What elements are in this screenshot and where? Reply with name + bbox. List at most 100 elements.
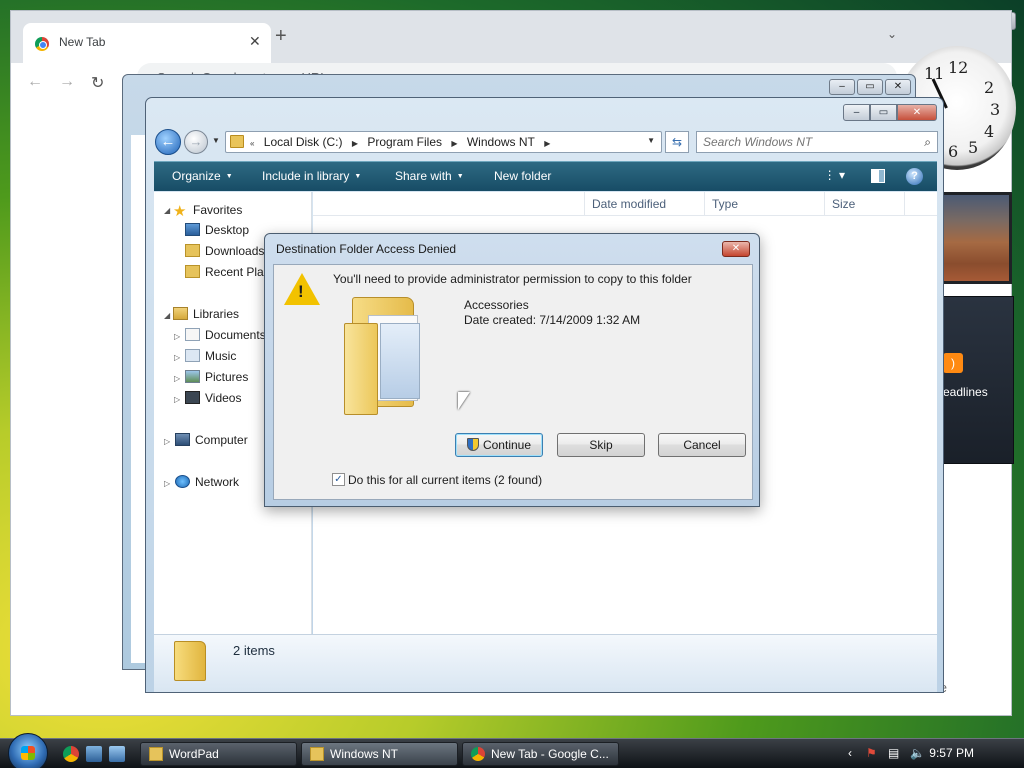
back-button[interactable]: ← bbox=[155, 129, 181, 155]
close-icon[interactable]: ✕ bbox=[885, 79, 911, 95]
address-dropdown-icon[interactable]: ▼ bbox=[647, 136, 655, 145]
downloads-icon bbox=[185, 244, 200, 257]
minimize-icon[interactable]: – bbox=[829, 79, 855, 95]
breadcrumb-item[interactable]: Program Files bbox=[367, 135, 442, 149]
minimize-icon[interactable]: – bbox=[843, 104, 870, 121]
maximize-icon[interactable]: ▭ bbox=[857, 79, 883, 95]
breadcrumb-arrow-icon[interactable]: ▶ bbox=[544, 139, 550, 148]
show-desktop-icon[interactable] bbox=[86, 746, 102, 762]
search-box[interactable]: ⌕ bbox=[696, 131, 938, 153]
taskbar-item-wordpad[interactable]: WordPad bbox=[140, 742, 297, 766]
share-with-menu[interactable]: Share with ▼ bbox=[395, 169, 464, 183]
breadcrumb-item[interactable]: Local Disk (C:) bbox=[264, 135, 343, 149]
continue-button[interactable]: Continue bbox=[455, 433, 543, 457]
nav-label: Network bbox=[195, 475, 240, 489]
column-divider[interactable] bbox=[584, 192, 585, 216]
show-hidden-icons-icon[interactable]: ‹ bbox=[848, 746, 852, 760]
reload-icon[interactable]: ↻ bbox=[91, 73, 104, 93]
column-size[interactable]: Size bbox=[832, 197, 855, 211]
breadcrumb-item[interactable]: Windows NT bbox=[467, 135, 535, 149]
caret-down-icon: ▼ bbox=[354, 173, 362, 181]
item-count: 2 items bbox=[233, 643, 275, 658]
search-input[interactable] bbox=[697, 132, 907, 152]
feed-headlines-gadget[interactable]: ) eadlines bbox=[940, 296, 1014, 464]
continue-label: Continue bbox=[482, 438, 532, 452]
collapse-arrow-icon[interactable]: ▷ bbox=[174, 395, 180, 404]
column-type[interactable]: Type bbox=[712, 197, 738, 211]
view-options-icon[interactable]: ⋮ ▾ bbox=[824, 168, 845, 182]
recent-places-icon bbox=[185, 265, 200, 278]
close-icon[interactable]: ✕ bbox=[897, 104, 937, 121]
action-center-flag-icon[interactable]: ⚑ bbox=[866, 746, 877, 760]
caret-down-icon: ▼ bbox=[456, 173, 464, 181]
caret-down-icon: ▼ bbox=[225, 173, 233, 181]
breadcrumb-overflow-icon[interactable]: « bbox=[250, 139, 254, 148]
slideshow-gadget[interactable] bbox=[940, 192, 1012, 284]
start-button[interactable] bbox=[8, 733, 48, 768]
apply-to-all-label[interactable]: Do this for all current items (2 found) bbox=[348, 473, 542, 487]
feed-label: eadlines bbox=[943, 385, 988, 399]
breadcrumb-arrow-icon[interactable]: ▶ bbox=[352, 139, 358, 148]
nav-recent-places[interactable]: Recent Plac bbox=[185, 265, 270, 279]
apply-to-all-checkbox[interactable]: ✓ bbox=[332, 473, 345, 486]
folder-icon bbox=[230, 135, 244, 148]
expand-arrow-icon[interactable]: ◢ bbox=[164, 311, 170, 320]
skip-button[interactable]: Skip bbox=[557, 433, 645, 457]
nav-computer[interactable]: Computer bbox=[175, 433, 248, 447]
forward-button[interactable]: → bbox=[184, 130, 208, 154]
collapse-arrow-icon[interactable]: ▷ bbox=[164, 479, 170, 488]
nav-network[interactable]: Network bbox=[175, 475, 239, 489]
new-tab-icon[interactable]: + bbox=[275, 25, 287, 48]
nav-downloads[interactable]: Downloads bbox=[185, 244, 264, 258]
switch-windows-icon[interactable] bbox=[109, 746, 125, 762]
chrome-logo-icon bbox=[35, 37, 49, 51]
recent-pages-dropdown-icon[interactable]: ▼ bbox=[212, 136, 220, 145]
help-icon[interactable]: ? bbox=[906, 168, 923, 185]
search-icon[interactable]: ⌕ bbox=[924, 135, 931, 150]
breadcrumb-arrow-icon[interactable]: ▶ bbox=[451, 139, 457, 148]
nav-label: Downloads bbox=[205, 244, 265, 258]
chevron-down-icon[interactable]: ⌄ bbox=[887, 27, 897, 41]
nav-libraries[interactable]: Libraries bbox=[173, 307, 239, 321]
taskbar-item-chrome[interactable]: New Tab - Google C... bbox=[462, 742, 619, 766]
forward-arrow-icon[interactable]: → bbox=[59, 73, 75, 91]
nav-documents[interactable]: Documents bbox=[185, 328, 266, 342]
volume-icon[interactable]: 🔈 bbox=[910, 746, 925, 760]
chrome-tab[interactable]: New Tab ✕ bbox=[23, 23, 271, 63]
collapse-arrow-icon[interactable]: ▷ bbox=[164, 437, 170, 446]
nav-label: Computer bbox=[195, 433, 248, 447]
new-folder-button[interactable]: New folder bbox=[494, 169, 551, 183]
window-controls: – ▭ ✕ bbox=[843, 104, 937, 121]
address-bar[interactable]: « Local Disk (C:) ▶ Program Files ▶ Wind… bbox=[225, 131, 662, 153]
organize-menu[interactable]: Organize ▼ bbox=[172, 169, 233, 183]
chrome-quicklaunch-icon[interactable] bbox=[63, 746, 79, 762]
column-divider[interactable] bbox=[824, 192, 825, 216]
close-icon[interactable]: ✕ bbox=[722, 241, 750, 257]
collapse-arrow-icon[interactable]: ▷ bbox=[174, 332, 180, 341]
task-label: New Tab - Google C... bbox=[491, 747, 609, 761]
clock-numeral: 6 bbox=[948, 142, 959, 161]
network-tray-icon[interactable]: ▤ bbox=[888, 746, 899, 760]
uac-shield-icon bbox=[466, 438, 479, 451]
nav-videos[interactable]: Videos bbox=[185, 391, 241, 405]
column-date-modified[interactable]: Date modified bbox=[592, 197, 666, 211]
include-in-library-menu[interactable]: Include in library ▼ bbox=[262, 169, 361, 183]
folder-front bbox=[344, 323, 378, 415]
nav-desktop[interactable]: Desktop bbox=[185, 223, 249, 237]
column-divider[interactable] bbox=[904, 192, 905, 216]
collapse-arrow-icon[interactable]: ▷ bbox=[174, 374, 180, 383]
column-divider[interactable] bbox=[704, 192, 705, 216]
cancel-button[interactable]: Cancel bbox=[658, 433, 746, 457]
back-arrow-icon[interactable]: ← bbox=[27, 73, 43, 91]
refresh-button[interactable]: ⇆ bbox=[665, 131, 689, 153]
taskbar-clock[interactable]: 9:57 PM bbox=[929, 746, 974, 760]
nav-favorites[interactable]: ★ Favorites bbox=[173, 202, 242, 220]
close-tab-icon[interactable]: ✕ bbox=[249, 33, 261, 50]
collapse-arrow-icon[interactable]: ▷ bbox=[174, 353, 180, 362]
preview-pane-icon[interactable] bbox=[871, 169, 885, 183]
nav-pictures[interactable]: Pictures bbox=[185, 370, 248, 384]
nav-music[interactable]: Music bbox=[185, 349, 236, 363]
expand-arrow-icon[interactable]: ◢ bbox=[164, 206, 170, 215]
taskbar-item-explorer[interactable]: Windows NT bbox=[301, 742, 458, 766]
maximize-icon[interactable]: ▭ bbox=[870, 104, 897, 121]
